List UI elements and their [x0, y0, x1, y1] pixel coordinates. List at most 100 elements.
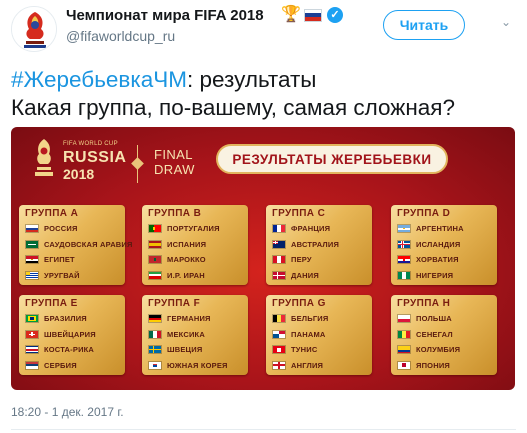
- group-title: ГРУППА C: [272, 208, 326, 219]
- team-row: ФРАНЦИЯ: [272, 221, 367, 237]
- draw-results-title: РЕЗУЛЬТАТЫ ЖЕРЕБЬЕВКИ: [216, 144, 448, 174]
- team-name: БРАЗИЛИЯ: [44, 314, 87, 324]
- verified-icon: ✓: [326, 7, 343, 23]
- avatar[interactable]: [11, 6, 57, 52]
- team-name: ГЕРМАНИЯ: [167, 314, 211, 324]
- team-row: И.Р. ИРАН: [148, 268, 243, 284]
- team-name: ИСПАНИЯ: [167, 239, 207, 249]
- tweet: Чемпионат мира FIFA 2018 🏆 ✓ @fifaworldc…: [0, 0, 527, 433]
- team-row: СЕНЕГАЛ: [397, 327, 492, 343]
- team-row: ИСЛАНДИЯ: [397, 237, 492, 253]
- tweet-divider: [11, 429, 516, 430]
- team-row: ГЕРМАНИЯ: [148, 311, 243, 327]
- team-row: ПЕРУ: [272, 252, 367, 268]
- group-title: ГРУППА B: [148, 208, 202, 219]
- egypt-flag-icon: [25, 255, 39, 265]
- costa-rica-flag-icon: [25, 345, 39, 355]
- team-row: ШВЕЦИЯ: [148, 342, 243, 358]
- group-title: ГРУППА G: [272, 298, 326, 309]
- logo-country: RUSSIA: [63, 149, 127, 166]
- tweet-media-image[interactable]: FIFA WORLD CUP RUSSIA 2018 FINAL DRAW РЕ…: [11, 127, 515, 390]
- team-name: СЕРБИЯ: [44, 360, 77, 370]
- group-card: ГРУППА C ФРАНЦИЯ АВСТРАЛИЯ ПЕРУ ДАНИЯ: [266, 205, 372, 285]
- chevron-down-icon[interactable]: ⌄: [496, 12, 516, 32]
- team-name: ПАНАМА: [291, 329, 326, 339]
- team-row: КОСТА-РИКА: [25, 342, 120, 358]
- team-name: МАРОККО: [167, 255, 206, 265]
- team-name: ТУНИС: [291, 345, 318, 355]
- group-title: ГРУППА D: [397, 208, 451, 219]
- team-name: ХОРВАТИЯ: [416, 255, 459, 265]
- team-name: ДАНИЯ: [291, 270, 319, 280]
- tweet-text: #ЖеребьевкаЧМ: результаты Какая группа, …: [11, 66, 521, 122]
- team-name: ПОЛЬША: [416, 314, 452, 324]
- team-row: ПОРТУГАЛИЯ: [148, 221, 243, 237]
- team-row: ИСПАНИЯ: [148, 237, 243, 253]
- team-row: ПАНАМА: [272, 327, 367, 343]
- hashtag-link[interactable]: #ЖеребьевкаЧМ: [11, 67, 187, 92]
- australia-flag-icon: [272, 239, 286, 249]
- team-name: ФРАНЦИЯ: [291, 224, 331, 234]
- tweet-timestamp[interactable]: 18:20 - 1 дек. 2017 г.: [11, 405, 124, 419]
- tweet-text-line2: Какая группа, по-вашему, самая сложная?: [11, 95, 455, 120]
- spain-flag-icon: [148, 239, 162, 249]
- group-title: ГРУППА E: [25, 298, 78, 309]
- team-row: ПОЛЬША: [397, 311, 492, 327]
- england-flag-icon: [272, 360, 286, 370]
- world-cup-trophy-icon: [35, 139, 53, 176]
- iceland-flag-icon: [397, 239, 411, 249]
- team-row: АВСТРАЛИЯ: [272, 237, 367, 253]
- logo-subtitle: FIFA WORLD CUP: [63, 141, 118, 147]
- author-handle[interactable]: @fifaworldcup_ru: [66, 28, 175, 44]
- brazil-flag-icon: [25, 314, 39, 324]
- france-flag-icon: [272, 224, 286, 234]
- group-card: ГРУППА G БЕЛЬГИЯ ПАНАМА ТУНИС АНГЛИЯ: [266, 295, 372, 375]
- team-name: ПЕРУ: [291, 255, 312, 265]
- final-draw-line1: FINAL: [154, 147, 193, 162]
- group-card: ГРУППА E БРАЗИЛИЯ ШВЕЙЦАРИЯ КОСТА-РИКА СЕРБИ…: [19, 295, 125, 375]
- author-badges: 🏆 ✓: [281, 5, 343, 25]
- team-row: НИГЕРИЯ: [397, 268, 492, 284]
- group-card: ГРУППА B ПОРТУГАЛИЯ ИСПАНИЯ МАРОККО И.Р. ИРА…: [142, 205, 248, 285]
- poland-flag-icon: [397, 314, 411, 324]
- team-name: ЕГИПЕТ: [44, 255, 75, 265]
- author-name[interactable]: Чемпионат мира FIFA 2018: [66, 7, 264, 24]
- team-name: АНГЛИЯ: [291, 360, 324, 370]
- tweet-header: Чемпионат мира FIFA 2018 🏆 ✓ @fifaworldc…: [0, 0, 527, 60]
- team-name: СЕНЕГАЛ: [416, 329, 453, 339]
- colombia-flag-icon: [397, 345, 411, 355]
- team-name: АВСТРАЛИЯ: [291, 239, 340, 249]
- south-korea-flag-icon: [148, 360, 162, 370]
- germany-flag-icon: [148, 314, 162, 324]
- team-row: МАРОККО: [148, 252, 243, 268]
- team-row: РОССИЯ: [25, 221, 120, 237]
- iran-flag-icon: [148, 270, 162, 280]
- team-row: БЕЛЬГИЯ: [272, 311, 367, 327]
- team-row: ШВЕЙЦАРИЯ: [25, 327, 120, 343]
- team-row: ДАНИЯ: [272, 268, 367, 284]
- group-title: ГРУППА H: [397, 298, 451, 309]
- team-name: НИГЕРИЯ: [416, 270, 454, 280]
- croatia-flag-icon: [397, 255, 411, 265]
- saudi-arabia-flag-icon: [25, 239, 39, 249]
- tunisia-flag-icon: [272, 345, 286, 355]
- japan-flag-icon: [397, 360, 411, 370]
- team-row: АРГЕНТИНА: [397, 221, 492, 237]
- argentina-flag-icon: [397, 224, 411, 234]
- team-name: ЯПОНИЯ: [416, 360, 451, 370]
- portugal-flag-icon: [148, 224, 162, 234]
- team-name: ИСЛАНДИЯ: [416, 239, 461, 249]
- team-row: КОЛУМБИЯ: [397, 342, 492, 358]
- group-title: ГРУППА F: [148, 298, 201, 309]
- group-title: ГРУППА А: [25, 208, 79, 219]
- senegal-flag-icon: [397, 329, 411, 339]
- team-row: ЮЖНАЯ КОРЕЯ: [148, 358, 243, 374]
- banner-divider-diamond: [131, 157, 144, 170]
- team-name: КОСТА-РИКА: [44, 345, 95, 355]
- follow-button[interactable]: Читать: [383, 10, 465, 40]
- tweet-text-line1: : результаты: [186, 67, 317, 92]
- team-name: РОССИЯ: [44, 224, 78, 234]
- group-card: ГРУППА H ПОЛЬША СЕНЕГАЛ КОЛУМБИЯ ЯПОНИЯ: [391, 295, 497, 375]
- team-name: ЮЖНАЯ КОРЕЯ: [167, 360, 228, 370]
- sweden-flag-icon: [148, 345, 162, 355]
